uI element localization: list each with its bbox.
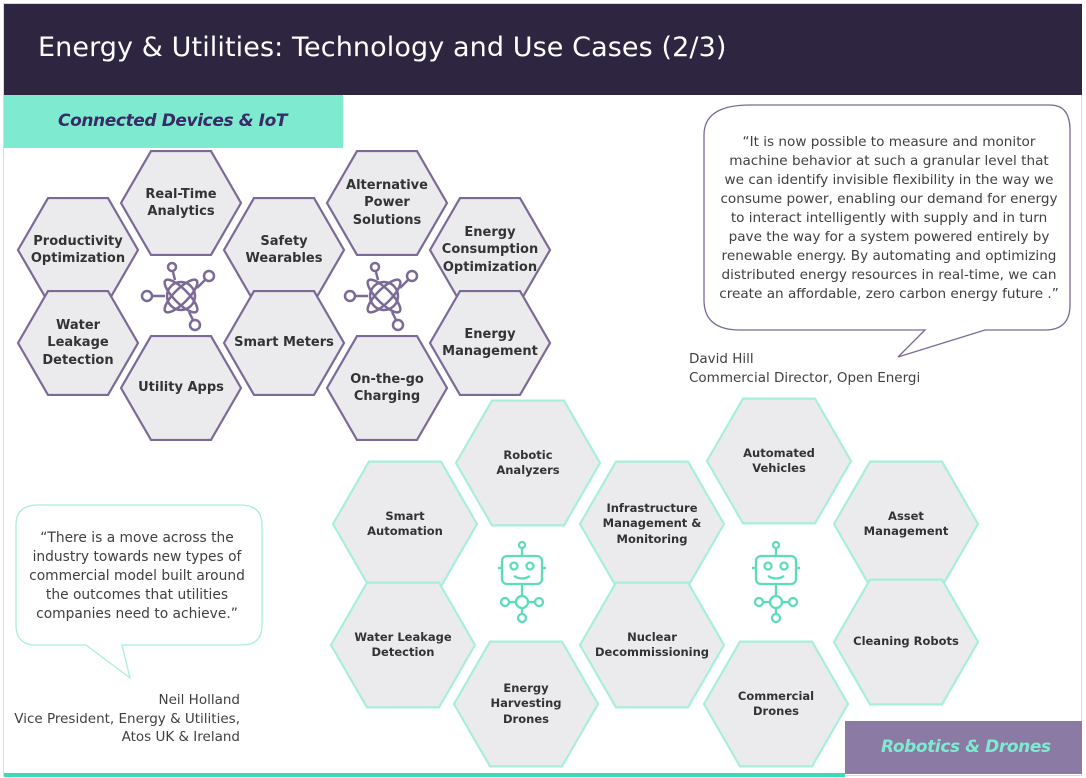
robotics-section-banner: Robotics & Drones — [845, 721, 1082, 774]
robot-drone-icon — [498, 540, 546, 624]
quote-2-attribution: Neil Holland Vice President, Energy & Ut… — [14, 691, 240, 747]
iot-hex-3-label: Productivity Optimization — [30, 233, 126, 266]
quote-2-org: Atos UK & Ireland — [121, 729, 240, 745]
iot-hex-4-label: Safety Wearables — [245, 233, 323, 266]
quote-1-attribution: David Hill Commercial Director, Open Ene… — [689, 350, 920, 387]
robotics-hex-10-label: Commercial Drones — [737, 688, 815, 718]
robotics-hex-6-label: Water Leakage Detection — [354, 629, 452, 659]
atom-network-icon — [343, 261, 419, 332]
quote-2-text: “There is a move across the industry tow… — [29, 530, 245, 622]
iot-hex-10-label: On-the-go Charging — [350, 371, 424, 404]
robotics-hex-1-label: Robotic Analyzers — [496, 447, 560, 477]
atom-network-icon — [140, 261, 216, 332]
robotics-section-label: Robotics & Drones — [881, 737, 1051, 757]
iot-hex-2-label: Alternative Power Solutions — [346, 178, 428, 228]
quote-1-name: David Hill — [689, 351, 754, 367]
quote-2-name: Neil Holland — [158, 692, 240, 708]
quote-1-role: Commercial Director, Open Energi — [689, 369, 921, 386]
robotics-hex-8-label: Cleaning Robots — [853, 634, 959, 649]
iot-hex-8-label: Energy Management — [442, 326, 538, 359]
iot-hex-5-label: Energy Consumption Optimization — [441, 225, 539, 275]
iot-hex-9-label: Utility Apps — [138, 380, 224, 396]
bottom-accent-bar — [4, 773, 845, 777]
quote-1-text: “It is now possible to measure and monit… — [719, 134, 1059, 302]
robotics-hex-4-label: Infrastructure Management & Monitoring — [602, 501, 702, 546]
robotics-hex-5-label: Asset Management — [863, 508, 949, 538]
robotics-hex-2-label: Automated Vehicles — [743, 445, 815, 475]
quote-2-role: Vice President, Energy & Utilities, — [14, 710, 240, 727]
iot-hex-1-label: Real-Time Analytics — [145, 186, 217, 219]
robotics-hex-7-label: Nuclear Decommissioning — [594, 629, 710, 659]
robotics-hex-3-label: Smart Automation — [367, 508, 443, 538]
robot-drone-icon — [752, 540, 800, 624]
iot-hex-6-label: Water Leakage Detection — [42, 318, 114, 368]
robotics-hex-9-label: Energy Harvesting Drones — [490, 681, 562, 726]
iot-hex-7-label: Smart Meters — [234, 335, 334, 351]
